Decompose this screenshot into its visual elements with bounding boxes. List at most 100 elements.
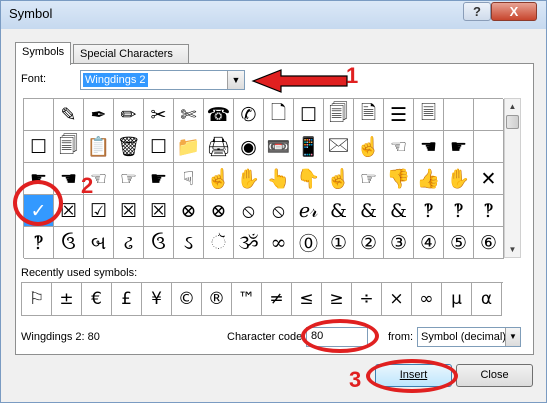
symbol-cell[interactable]: ☞ — [354, 163, 384, 195]
recent-symbol-cell[interactable]: ≠ — [262, 283, 292, 316]
symbol-cell[interactable] — [24, 99, 54, 131]
recent-symbol-cell[interactable]: ® — [202, 283, 232, 316]
symbol-cell[interactable]: બ — [84, 227, 114, 259]
symbol-cell[interactable]: ✋ — [444, 163, 474, 195]
symbol-cell[interactable]: ‽ — [24, 227, 54, 259]
symbol-cell[interactable]: ⦸ — [264, 195, 294, 227]
symbol-cell[interactable]: 🖨 — [204, 131, 234, 163]
symbol-cell[interactable]: 🗐 — [54, 131, 84, 163]
symbol-cell[interactable]: 👍 — [414, 163, 444, 195]
symbol-cell[interactable] — [474, 99, 504, 131]
symbol-cell[interactable]: ⊗ — [174, 195, 204, 227]
symbol-cell[interactable]: 👎 — [384, 163, 414, 195]
scroll-thumb[interactable] — [506, 115, 519, 129]
symbol-cell[interactable]: ૅ — [204, 227, 234, 259]
symbol-cell[interactable]: ⑥ — [474, 227, 504, 259]
from-dropdown[interactable]: Symbol (decimal) ▼ — [417, 327, 521, 347]
symbol-cell[interactable]: ✏ — [114, 99, 144, 131]
symbol-cell[interactable]: ∞ — [264, 227, 294, 259]
chevron-down-icon[interactable]: ▼ — [505, 328, 520, 346]
symbol-cell[interactable]: ☒ — [114, 195, 144, 227]
recent-symbol-cell[interactable]: ∞ — [412, 283, 442, 316]
recent-symbol-cell[interactable]: © — [172, 283, 202, 316]
tab-symbols[interactable]: Symbols — [15, 42, 71, 65]
symbol-cell[interactable] — [444, 99, 474, 131]
scroll-up-icon[interactable]: ▲ — [505, 99, 520, 114]
recent-symbol-cell[interactable]: ⚐ — [22, 283, 52, 316]
recent-symbol-cell[interactable]: µ — [442, 283, 472, 316]
symbol-cell[interactable]: 📋 — [84, 131, 114, 163]
symbol-cell[interactable]: 🗐 — [324, 99, 354, 131]
recent-symbol-cell[interactable]: ≤ — [292, 283, 322, 316]
tab-special-characters[interactable]: Special Characters — [73, 44, 189, 64]
symbol-cell[interactable]: ☝ — [324, 163, 354, 195]
recent-symbol-cell[interactable]: £ — [112, 283, 142, 316]
symbol-cell[interactable]: ☰ — [384, 99, 414, 131]
symbol-cell[interactable]: ✆ — [234, 99, 264, 131]
symbol-cell[interactable]: ⊗ — [204, 195, 234, 227]
symbol-cell[interactable]: & — [324, 195, 354, 227]
symbol-cell[interactable] — [474, 131, 504, 163]
symbol-cell[interactable]: ③ — [384, 227, 414, 259]
symbol-cell[interactable]: 📼 — [264, 131, 294, 163]
symbol-cell[interactable]: 👇 — [294, 163, 324, 195]
symbol-cell[interactable]: ઽ — [174, 227, 204, 259]
symbol-cell[interactable]: ☐ — [294, 99, 324, 131]
symbol-cell[interactable]: ઉ — [144, 227, 174, 259]
symbol-cell[interactable]: & — [354, 195, 384, 227]
help-button[interactable]: ? — [463, 2, 491, 21]
symbol-cell[interactable]: ‽ — [444, 195, 474, 227]
symbol-cell[interactable]: ☚ — [414, 131, 444, 163]
recent-symbol-cell[interactable]: ± — [52, 283, 82, 316]
symbol-cell[interactable]: ☛ — [444, 131, 474, 163]
recent-symbol-cell[interactable]: α — [472, 283, 502, 316]
recent-symbol-cell[interactable]: ÷ — [352, 283, 382, 316]
symbol-cell[interactable]: ☞ — [114, 163, 144, 195]
recent-symbol-cell[interactable]: ¥ — [142, 283, 172, 316]
recent-symbol-cell[interactable]: ™ — [232, 283, 262, 316]
symbol-cell[interactable]: ✎ — [54, 99, 84, 131]
symbol-cell[interactable]: 🗏 — [414, 99, 444, 131]
symbol-cell[interactable]: ✄ — [174, 99, 204, 131]
symbol-cell[interactable]: ‽ — [474, 195, 504, 227]
symbol-cell[interactable]: ④ — [414, 227, 444, 259]
font-dropdown[interactable]: Wingdings 2 ▼ — [80, 70, 245, 90]
symbol-cell[interactable]: ઢ — [114, 227, 144, 259]
symbol-cell[interactable]: ② — [354, 227, 384, 259]
symbol-cell[interactable]: ☟ — [174, 163, 204, 195]
recent-symbol-cell[interactable]: € — [82, 283, 112, 316]
symbol-cell[interactable]: ☎ — [204, 99, 234, 131]
symbol-cell[interactable]: 👆 — [264, 163, 294, 195]
symbol-cell[interactable]: ◉ — [234, 131, 264, 163]
symbol-cell[interactable]: ☛ — [144, 163, 174, 195]
symbol-cell[interactable]: ઉ — [54, 227, 84, 259]
chevron-down-icon[interactable]: ▼ — [227, 71, 244, 89]
symbol-cell[interactable]: ✋ — [234, 163, 264, 195]
grid-scrollbar[interactable]: ▲ ▼ — [504, 98, 521, 258]
symbol-cell[interactable]: ☝ — [204, 163, 234, 195]
symbol-cell[interactable]: ⦸ — [234, 195, 264, 227]
symbol-cell[interactable]: ⑤ — [444, 227, 474, 259]
symbol-cell[interactable]: ☐ — [24, 131, 54, 163]
symbol-cell[interactable]: ☝ — [354, 131, 384, 163]
symbol-cell[interactable]: & — [384, 195, 414, 227]
symbol-cell[interactable]: ℯ𝓇 — [294, 195, 324, 227]
symbol-cell[interactable]: ‽ — [414, 195, 444, 227]
symbol-cell[interactable]: ☐ — [144, 131, 174, 163]
symbol-cell[interactable]: 🖂 — [324, 131, 354, 163]
close-button[interactable]: Close — [456, 364, 533, 387]
symbol-cell[interactable]: ✒ — [84, 99, 114, 131]
symbol-cell[interactable]: 🗎 — [354, 99, 384, 131]
scroll-down-icon[interactable]: ▼ — [505, 242, 520, 257]
symbol-cell[interactable]: ✂ — [144, 99, 174, 131]
symbol-cell[interactable]: ૐ — [234, 227, 264, 259]
symbol-cell[interactable]: 📱 — [294, 131, 324, 163]
recent-symbol-cell[interactable]: ≥ — [322, 283, 352, 316]
close-window-button[interactable]: X — [491, 2, 537, 21]
symbol-cell[interactable]: ☜ — [384, 131, 414, 163]
recent-symbol-cell[interactable]: × — [382, 283, 412, 316]
symbol-cell[interactable]: ① — [324, 227, 354, 259]
symbol-cell[interactable]: ☑ — [84, 195, 114, 227]
symbol-cell[interactable]: 🗑 — [114, 131, 144, 163]
symbol-cell[interactable]: 🗋 — [264, 99, 294, 131]
